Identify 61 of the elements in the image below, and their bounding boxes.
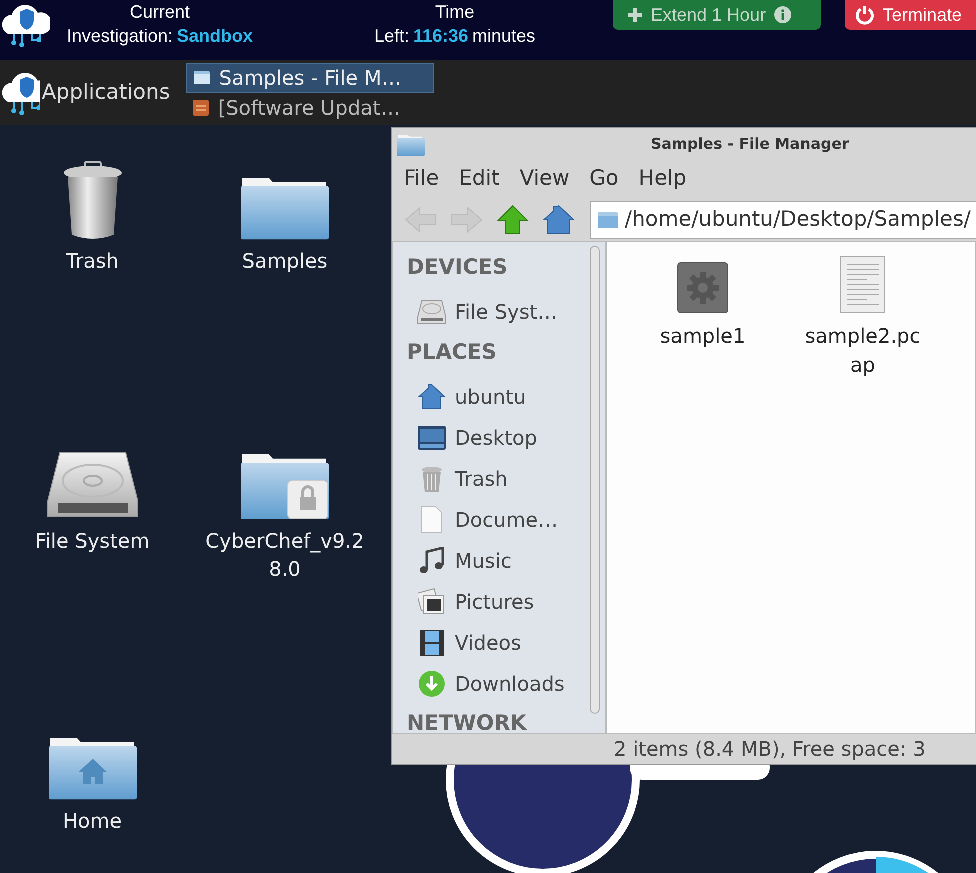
extend-button[interactable]: Extend 1 Hour (613, 0, 821, 30)
window-title: Samples - File Manager (650, 134, 850, 156)
desktop-icon-label[interactable]: Trash (12, 247, 172, 275)
info-icon (774, 6, 792, 24)
header-value: Sandbox (177, 25, 254, 48)
menu-item[interactable]: Edit (451, 163, 508, 196)
menu-item[interactable]: View (512, 163, 578, 196)
menu-item[interactable]: File (396, 163, 448, 196)
folder-icon (597, 210, 619, 228)
sidebar-scrollbar[interactable] (590, 246, 600, 714)
power-icon (855, 5, 875, 25)
trash-icon (421, 464, 443, 492)
sidebar-item[interactable]: Pictures (407, 581, 585, 622)
header-label: Left: (374, 25, 410, 48)
up-arrow-icon[interactable] (496, 204, 530, 236)
sidebar-item[interactable]: Videos (407, 622, 585, 663)
picture-icon (418, 588, 446, 616)
sidebar-item[interactable]: Downloads (407, 663, 585, 704)
plus-icon (627, 7, 643, 23)
download-icon (418, 670, 446, 698)
header-label: Time (435, 2, 475, 22)
sidebar-item[interactable]: ubuntu (407, 376, 585, 417)
desktop-icon-label[interactable]: Samples (205, 247, 365, 275)
header-label: Current (130, 2, 190, 22)
file-name[interactable]: sample1 (640, 322, 766, 351)
desktop-icon-label[interactable]: CyberChef_v9.28.0 (205, 527, 365, 583)
house-icon (418, 384, 446, 410)
sidebar-item[interactable]: File Syst… (407, 292, 585, 332)
header-label: minutes (472, 25, 536, 48)
hard-drive-icon (417, 298, 447, 326)
monitor-icon (417, 424, 447, 450)
path-field[interactable]: /home/ubuntu/Desktop/Samples/ (590, 200, 976, 238)
status-text: 2 items (8.4 MB), Free space: 3 (613, 736, 927, 763)
taskbar-button[interactable]: [Software Updat… (186, 92, 434, 122)
package-icon (192, 98, 210, 116)
desktop-icon-label[interactable]: Home (12, 807, 172, 835)
sidebar-heading: NETWORK (407, 710, 528, 737)
sidebar-heading: DEVICES (407, 254, 509, 281)
applications-menu[interactable]: Applications (0, 68, 186, 118)
sidebar-heading: PLACES (407, 338, 498, 366)
menu-item[interactable]: Help (630, 163, 695, 196)
header-label: Investigation: (66, 25, 174, 48)
home-icon[interactable] (542, 204, 576, 236)
file-name[interactable]: sample2.pcap (800, 322, 926, 380)
gear-icon (677, 262, 729, 314)
sidebar-item[interactable]: Trash (407, 458, 585, 499)
desktop-icon-label[interactable]: File System (12, 527, 172, 555)
terminate-button[interactable]: Terminate (845, 0, 976, 30)
folder-icon (193, 70, 212, 85)
sidebar-item[interactable]: Music (407, 540, 585, 581)
taskbar-button[interactable]: Samples - File M… (186, 62, 434, 92)
folder-icon (396, 132, 426, 156)
document-icon (421, 506, 443, 534)
sidebar-item[interactable]: Desktop (407, 417, 585, 458)
text-document-icon (840, 256, 886, 314)
sidebar-item[interactable]: Docume… (407, 499, 585, 540)
film-strip-icon (419, 628, 445, 656)
music-note-icon (419, 546, 445, 574)
menu-item[interactable]: Go (582, 163, 627, 196)
header-value: 116:36 (413, 25, 469, 48)
trash-icon (62, 161, 122, 241)
